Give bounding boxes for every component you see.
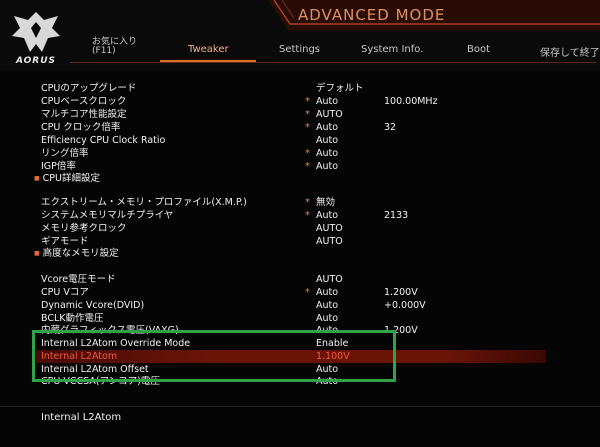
modified-star-icon: * xyxy=(305,287,310,298)
setting-current-value: 1.200V xyxy=(384,325,418,336)
setting-row-vccsa[interactable]: CPU VCCSA(アンコア)電圧 Auto xyxy=(0,375,600,388)
setting-label: CPU クロック倍率 xyxy=(41,122,121,133)
setting-row-cpu-upgrade[interactable]: CPUのアップグレード デフォルト xyxy=(0,82,600,95)
modified-star-icon: * xyxy=(305,210,310,221)
modified-star-icon: * xyxy=(305,148,310,159)
setting-label: システムメモリマルチプライヤ xyxy=(41,210,174,221)
tab-tweaker[interactable]: Tweaker xyxy=(188,44,229,55)
setting-label: Dynamic Vcore(DVID) xyxy=(41,300,145,311)
setting-row-l2atom-override[interactable]: Internal L2Atom Override Mode Enable xyxy=(0,337,600,350)
setting-row-vcore-mode[interactable]: Vcore電圧モード AUTO xyxy=(0,273,600,286)
setting-current-value: 2133 xyxy=(384,210,409,221)
setting-label: Internal L2Atom xyxy=(41,351,118,362)
modified-star-icon: * xyxy=(305,197,310,208)
submenu-label[interactable]: CPU詳細設定 xyxy=(34,172,100,186)
setting-label: Internal L2Atom Override Mode xyxy=(41,338,191,349)
setting-value[interactable]: デフォルト xyxy=(316,82,364,95)
setting-value[interactable]: AUTO xyxy=(316,222,343,235)
setting-row-l2atom-selected[interactable]: Internal L2Atom 1.100V xyxy=(36,350,546,363)
setting-row-efficiency-ratio[interactable]: Efficiency CPU Clock Ratio Auto xyxy=(0,134,600,147)
setting-value[interactable]: 1.100V xyxy=(316,350,350,363)
setting-value[interactable]: AUTO xyxy=(316,108,343,121)
setting-value[interactable]: Auto xyxy=(316,147,338,160)
setting-label: Vcore電圧モード xyxy=(41,274,116,285)
setting-row-dynamic-vcore[interactable]: Dynamic Vcore(DVID) Auto +0.000V xyxy=(0,299,600,312)
setting-label: マルチコア性能設定 xyxy=(41,109,127,120)
setting-value[interactable]: Auto xyxy=(316,209,338,222)
setting-label: CPUベースクロック xyxy=(41,96,127,107)
setting-label: メモリ参考クロック xyxy=(41,223,127,234)
setting-value[interactable]: Auto xyxy=(316,299,338,312)
setting-label: Efficiency CPU Clock Ratio xyxy=(41,135,166,146)
setting-value[interactable]: Auto xyxy=(316,286,338,299)
help-divider xyxy=(0,406,600,407)
setting-label: リング倍率 xyxy=(41,148,89,159)
tab-system-info[interactable]: System Info. xyxy=(361,44,423,55)
setting-row-cpu-base-clock[interactable]: CPUベースクロック * Auto 100.00MHz xyxy=(0,95,600,108)
header-bar: AORUS ADVANCED MODE お気に入り (F11) Tweaker … xyxy=(0,0,600,70)
setting-value[interactable]: Auto xyxy=(316,121,338,134)
setting-current-value: +0.000V xyxy=(384,300,426,311)
setting-current-value: 1.200V xyxy=(384,287,418,298)
tab-divider xyxy=(70,62,596,63)
modified-star-icon: * xyxy=(305,122,310,133)
setting-label: エクストリーム・メモリ・プロファイル(X.M.P.) xyxy=(41,197,247,208)
setting-row-multicore[interactable]: マルチコア性能設定 * AUTO xyxy=(0,108,600,121)
setting-label: 内蔵グラフィックス電圧(VAXG) xyxy=(41,325,179,336)
setting-label: CPU Vコア xyxy=(41,287,89,298)
setting-value[interactable]: Enable xyxy=(316,337,348,350)
setting-row-memory-multiplier[interactable]: システムメモリマルチプライヤ * Auto 2133 xyxy=(0,209,600,222)
favorites-tab-shortcut[interactable]: (F11) xyxy=(92,46,116,56)
setting-row-xmp[interactable]: エクストリーム・メモリ・プロファイル(X.M.P.) * 無効 xyxy=(0,196,600,209)
setting-row-cpu-advanced[interactable]: CPU詳細設定 xyxy=(0,172,600,185)
setting-current-value: 100.00MHz xyxy=(384,96,438,107)
submenu-label[interactable]: 高度なメモリ設定 xyxy=(34,247,119,261)
setting-label: CPUのアップグレード xyxy=(41,83,137,94)
settings-list: CPUのアップグレード デフォルト CPUベースクロック * Auto 100.… xyxy=(0,78,600,388)
setting-value[interactable]: Auto xyxy=(316,134,338,147)
tab-save-and-exit[interactable]: 保存して終了 xyxy=(540,44,600,59)
logo-text: AORUS xyxy=(15,56,57,66)
setting-value[interactable]: Auto xyxy=(316,95,338,108)
help-text: Internal L2Atom xyxy=(41,412,122,423)
modified-star-icon: * xyxy=(305,96,310,107)
setting-row-advanced-memory[interactable]: 高度なメモリ設定 xyxy=(0,247,600,260)
tab-settings[interactable]: Settings xyxy=(279,44,320,55)
setting-value[interactable]: AUTO xyxy=(316,273,343,286)
setting-label: CPU VCCSA(アンコア)電圧 xyxy=(41,376,160,387)
modified-star-icon: * xyxy=(305,109,310,120)
setting-row-ring-ratio[interactable]: リング倍率 * Auto xyxy=(0,147,600,160)
setting-row-cpu-vcore[interactable]: CPU Vコア * Auto 1.200V xyxy=(0,286,600,299)
setting-value[interactable]: 無効 xyxy=(316,196,335,209)
mode-title: ADVANCED MODE xyxy=(298,6,446,24)
setting-value[interactable]: Auto xyxy=(316,324,338,337)
setting-row-vaxg[interactable]: 内蔵グラフィックス電圧(VAXG) Auto 1.200V xyxy=(0,324,600,337)
tab-boot[interactable]: Boot xyxy=(467,44,490,55)
setting-current-value: 32 xyxy=(384,122,397,133)
setting-row-cpu-ratio[interactable]: CPU クロック倍率 * Auto 32 xyxy=(0,121,600,134)
setting-row-memory-ref-clock[interactable]: メモリ参考クロック AUTO xyxy=(0,222,600,235)
setting-value[interactable]: Auto xyxy=(316,375,338,388)
